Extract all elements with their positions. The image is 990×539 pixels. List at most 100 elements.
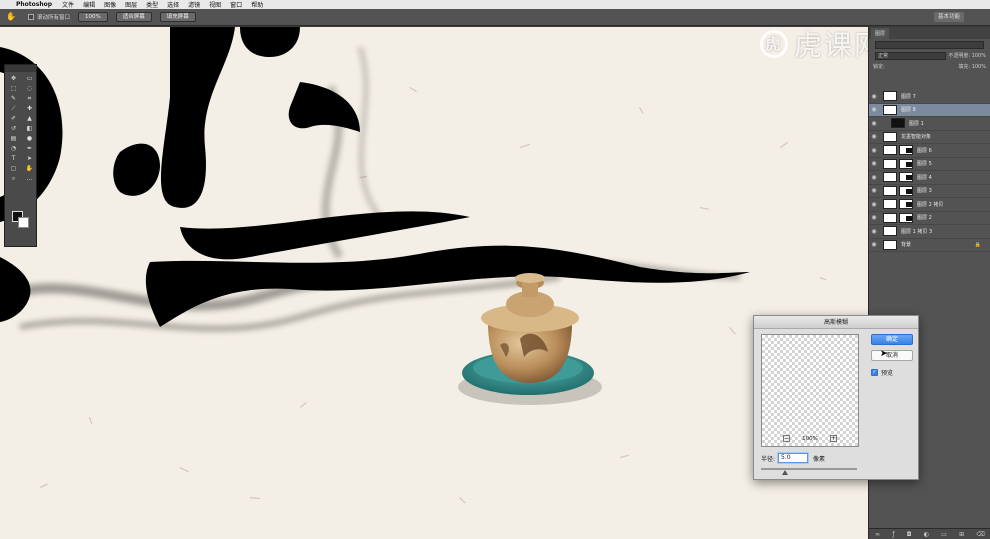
layer-row[interactable]: ◉ 图层 1 拷贝 3 <box>869 225 990 239</box>
visibility-eye-icon[interactable]: ◉ <box>869 120 879 127</box>
eyedropper-tool-icon[interactable]: ⟋ <box>6 104 21 113</box>
lasso-tool-icon[interactable]: ◌ <box>22 84 37 93</box>
layer-row-selected[interactable]: ◉ 图层 8 <box>869 103 990 117</box>
brush-tool-icon[interactable]: ✐ <box>6 114 21 123</box>
menu-filter[interactable]: 滤镜 <box>188 0 200 9</box>
blend-mode-select[interactable]: 正常 <box>875 51 947 60</box>
visibility-eye-icon[interactable]: ◉ <box>869 241 879 248</box>
layer-style-icon[interactable]: ƒ <box>892 531 894 538</box>
quick-select-tool-icon[interactable]: ✎ <box>6 94 21 103</box>
layer-mask-thumbnail[interactable] <box>899 199 913 210</box>
layer-thumbnail <box>883 172 897 183</box>
add-mask-icon[interactable]: ◘ <box>907 531 912 538</box>
artboard-tool-icon[interactable]: ▭ <box>22 74 37 83</box>
layer-mask-thumbnail[interactable] <box>899 212 913 223</box>
crop-tool-icon[interactable]: ⌗ <box>22 94 37 103</box>
layer-row[interactable]: ◉ 图层 4 <box>869 171 990 185</box>
dialog-title[interactable]: 高斯模糊 <box>754 316 918 329</box>
zoom-in-button[interactable]: + <box>829 435 837 442</box>
history-brush-tool-icon[interactable]: ↺ <box>6 124 21 133</box>
path-select-tool-icon[interactable]: ➤ <box>22 154 37 163</box>
menu-window[interactable]: 窗口 <box>230 0 242 9</box>
layer-row[interactable]: ◉ 图层 1 <box>869 117 990 131</box>
blur-tool-icon[interactable]: ● <box>22 134 37 143</box>
layer-row[interactable]: ◉ 图层 7 <box>869 90 990 104</box>
menu-help[interactable]: 帮助 <box>251 0 263 9</box>
pen-tool-icon[interactable]: ✒ <box>22 144 37 153</box>
radius-slider-handle[interactable] <box>782 470 788 475</box>
visibility-eye-icon[interactable]: ◉ <box>869 201 879 208</box>
scroll-all-windows-checkbox[interactable] <box>28 14 34 20</box>
background-color-swatch[interactable] <box>18 217 29 228</box>
stamp-tool-icon[interactable]: ▲ <box>22 114 37 123</box>
radius-slider-track[interactable] <box>761 468 857 470</box>
blur-preview-area[interactable] <box>761 334 859 447</box>
zoom-out-button[interactable]: − <box>783 435 790 442</box>
preview-checkbox[interactable]: ✓ <box>871 369 878 376</box>
layer-thumbnail <box>883 91 897 102</box>
visibility-eye-icon[interactable]: ◉ <box>869 93 879 100</box>
menu-layer[interactable]: 图层 <box>125 0 137 9</box>
menu-edit[interactable]: 编辑 <box>83 0 95 9</box>
hand-tool-icon[interactable]: ✋ <box>6 12 18 22</box>
visibility-eye-icon[interactable]: ◉ <box>869 133 879 140</box>
dodge-tool-icon[interactable]: ◔ <box>6 144 21 153</box>
layer-row[interactable]: ◉ 图层 6 <box>869 144 990 158</box>
menu-view[interactable]: 视图 <box>209 0 221 9</box>
layer-row[interactable]: ◉ 图层 2 拷贝 <box>869 198 990 212</box>
tab-layers[interactable]: 图层 <box>871 28 890 39</box>
shape-tool-icon[interactable]: ▢ <box>6 164 21 173</box>
layer-thumbnail <box>883 212 897 223</box>
blend-opacity-row: 正常 不透明度: 100% <box>869 50 990 61</box>
layer-mask-thumbnail[interactable] <box>899 158 913 169</box>
ok-button[interactable]: 确定 <box>871 334 913 345</box>
fill-screen-button[interactable]: 填充屏幕 <box>159 12 196 22</box>
visibility-eye-icon[interactable]: ◉ <box>869 214 879 221</box>
zoom-tool-icon[interactable]: ⌕ <box>6 174 21 183</box>
gradient-tool-icon[interactable]: ▤ <box>6 134 21 143</box>
cancel-button[interactable]: 取消 <box>871 350 913 361</box>
app-name-menu[interactable]: Photoshop <box>16 1 52 8</box>
new-layer-icon[interactable]: ⊞ <box>959 531 964 538</box>
move-tool-icon[interactable]: ✥ <box>6 74 21 83</box>
preview-checkbox-row[interactable]: ✓ 预览 <box>871 368 893 377</box>
layer-row[interactable]: ◉ 图层 3 <box>869 185 990 198</box>
visibility-eye-icon[interactable]: ◉ <box>869 174 879 181</box>
type-tool-icon[interactable]: T <box>6 154 21 163</box>
layer-row[interactable]: ◉ 龙墨智能对象 <box>869 131 990 144</box>
hand-icon[interactable]: ✋ <box>22 164 37 173</box>
visibility-eye-icon[interactable]: ◉ <box>869 160 879 167</box>
opacity-field[interactable]: 不透明度: 100% <box>948 52 986 59</box>
menu-image[interactable]: 图像 <box>104 0 116 9</box>
layer-mask-thumbnail[interactable] <box>899 172 913 183</box>
heal-tool-icon[interactable]: ✚ <box>22 104 37 113</box>
workspace-switcher[interactable]: 基本功能 <box>933 12 964 22</box>
layer-filter-field[interactable] <box>875 40 984 49</box>
layer-mask-thumbnail[interactable] <box>899 145 913 156</box>
tools-panel-header[interactable] <box>5 65 36 72</box>
zoom-100-button[interactable]: 100% <box>78 12 108 22</box>
eraser-tool-icon[interactable]: ◧ <box>22 124 37 133</box>
layer-row-background[interactable]: ◉ 背景 🔒 <box>869 239 990 252</box>
mouse-cursor-icon: ➤ <box>880 349 888 359</box>
marquee-tool-icon[interactable]: ⬚ <box>6 84 21 93</box>
visibility-eye-icon[interactable]: ◉ <box>869 106 879 113</box>
menu-file[interactable]: 文件 <box>62 0 74 9</box>
radius-input[interactable]: 5.0 <box>778 453 809 463</box>
visibility-eye-icon[interactable]: ◉ <box>869 187 879 194</box>
menu-select[interactable]: 选择 <box>167 0 179 9</box>
menu-type[interactable]: 类型 <box>146 0 158 9</box>
fit-screen-button[interactable]: 适合屏幕 <box>115 12 152 22</box>
trash-icon[interactable]: ⌫ <box>976 531 984 538</box>
more-tools-icon[interactable]: … <box>22 174 37 183</box>
visibility-eye-icon[interactable]: ◉ <box>869 228 879 235</box>
link-layers-icon[interactable]: ∞ <box>875 531 880 538</box>
layer-row[interactable]: ◉ 图层 2 <box>869 212 990 225</box>
layer-mask-thumbnail[interactable] <box>899 185 913 196</box>
visibility-eye-icon[interactable]: ◉ <box>869 147 879 154</box>
document-canvas[interactable] <box>0 27 868 539</box>
fill-field[interactable]: 填充: 100% <box>958 63 986 70</box>
new-group-icon[interactable]: ▭ <box>941 531 947 538</box>
layer-row[interactable]: ◉ 图层 5 <box>869 158 990 171</box>
adjustment-layer-icon[interactable]: ◐ <box>924 531 929 538</box>
